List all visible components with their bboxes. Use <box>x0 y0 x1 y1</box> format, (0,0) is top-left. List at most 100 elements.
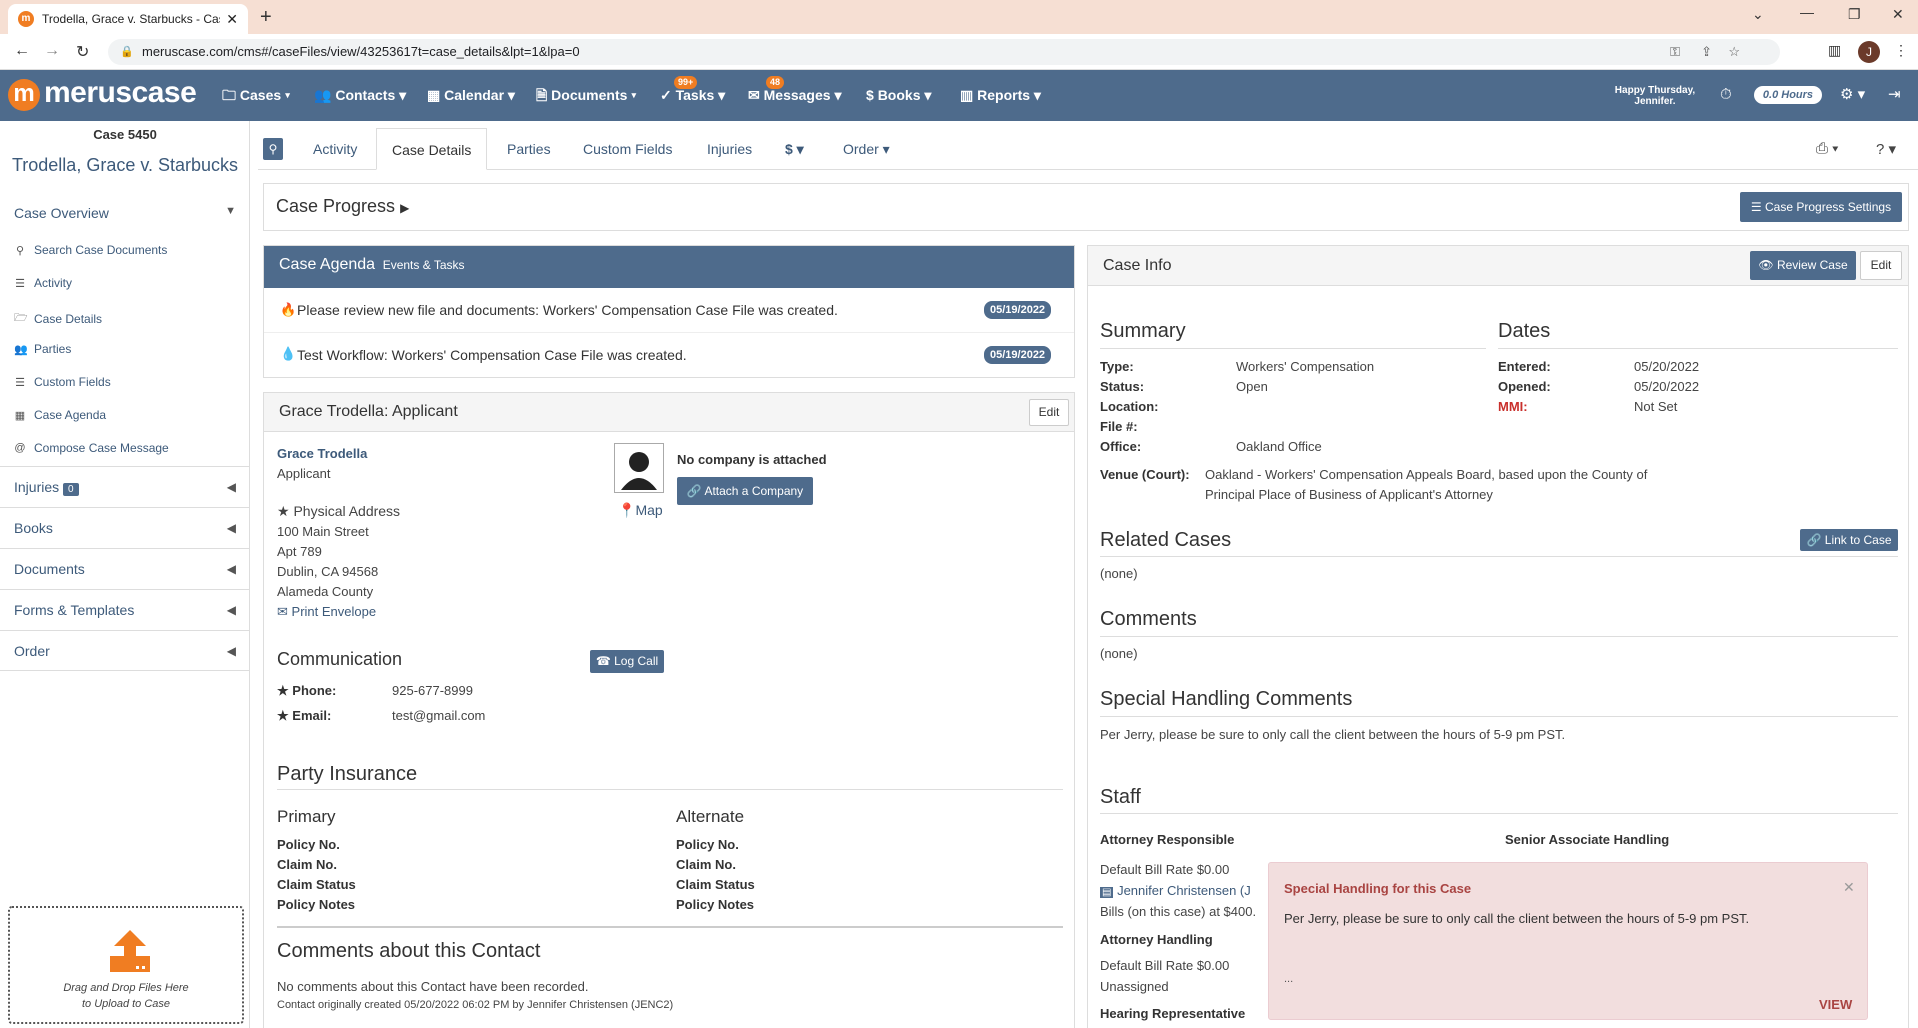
sidebar-item-compose-case-message[interactable]: @ Compose Case Message <box>14 441 168 455</box>
settings-gear-icon[interactable]: ⚙ ▾ <box>1840 85 1865 103</box>
sidebar-section-documents[interactable]: Documents ◀ <box>0 548 250 589</box>
entered-value: 05/20/2022 <box>1634 359 1700 374</box>
tab-activity[interactable]: Activity <box>298 128 372 170</box>
url-input[interactable]: 🔒 meruscase.com/cms#/caseFiles/view/4325… <box>108 39 1780 65</box>
case-info-edit-button[interactable]: Edit <box>1860 251 1902 280</box>
search-doc-icon[interactable]: ⚲ <box>263 138 283 160</box>
chevron-left-icon: ◀ <box>226 644 236 658</box>
map-link[interactable]: 📍Map <box>618 502 663 519</box>
sidebar-section-injuries[interactable]: Injuries 0 ◀ <box>0 466 250 507</box>
profile-avatar[interactable]: J <box>1858 41 1880 63</box>
phone-log-icon: ☎ <box>595 654 611 668</box>
sidebar-section-books[interactable]: Books ◀ <box>0 507 250 548</box>
close-window-icon[interactable]: ✕ <box>1892 6 1904 23</box>
browser-menu-icon[interactable]: ⋮ <box>1894 42 1908 59</box>
alternate-policy-no: Policy No. <box>676 837 739 852</box>
hours-badge[interactable]: 0.0 Hours <box>1754 86 1822 104</box>
tab-order[interactable]: Order ▾ <box>828 128 905 170</box>
minimize-icon[interactable]: — <box>1800 4 1814 20</box>
agenda-item[interactable]: 💧 Test Workflow: Workers' Compensation C… <box>264 333 1074 378</box>
url-text: meruscase.com/cms#/caseFiles/view/432536… <box>142 44 580 59</box>
sidebar-item-search-case-documents[interactable]: ⚲ Search Case Documents <box>14 243 167 257</box>
special-handling-toast: Special Handling for this Case ✕ Per Jer… <box>1268 862 1868 1020</box>
agenda-item[interactable]: 🔥 Please review new file and documents: … <box>264 288 1074 333</box>
sidebar-section-forms-templates[interactable]: Forms & Templates ◀ <box>0 589 250 630</box>
nav-cases[interactable]: 🗀 Cases ▾ <box>222 70 290 121</box>
upload-icon <box>110 930 150 972</box>
case-overview-toggle[interactable]: Case Overview ▼ <box>14 205 236 221</box>
sidebar-item-activity[interactable]: ☰ Activity <box>14 276 72 290</box>
new-tab-icon[interactable]: + <box>260 6 272 29</box>
chevron-down-icon: ▼ <box>225 205 236 217</box>
app-logo-text[interactable]: meruscase <box>44 76 197 110</box>
meruscase-logo-icon[interactable]: m <box>8 79 40 111</box>
venue-value-line1: Oakland - Workers' Compensation Appeals … <box>1205 467 1648 482</box>
sidebar: Case 5450 Trodella, Grace v. Starbucks C… <box>0 121 250 1028</box>
logout-icon[interactable]: ⇥ <box>1888 85 1901 103</box>
reload-icon[interactable]: ↻ <box>76 42 89 62</box>
applicant-panel: Grace Trodella: Applicant Edit Grace Tro… <box>263 392 1075 1028</box>
sidebar-item-parties[interactable]: 👥 Parties <box>14 342 71 356</box>
chevron-left-icon: ◀ <box>226 521 236 535</box>
sidebar-section-order[interactable]: Order ◀ <box>0 630 250 671</box>
nav-contacts[interactable]: 👥 Contacts ▾ <box>314 70 406 121</box>
tab-parties[interactable]: Parties <box>492 128 566 170</box>
at-sign-icon: @ <box>14 442 26 454</box>
greeting: Happy Thursday, Jennifer. <box>1614 85 1696 107</box>
applicant-name-link[interactable]: Grace Trodella <box>277 446 367 461</box>
help-icon[interactable]: ? ▾ <box>1876 140 1896 158</box>
bookmark-star-icon[interactable]: ☆ <box>1728 39 1740 65</box>
hearing-representative-label: Hearing Representative <box>1100 1006 1246 1021</box>
applicant-role: Applicant <box>277 466 331 481</box>
email-value[interactable]: test@gmail.com <box>392 708 485 723</box>
review-case-button[interactable]: 👁 Review Case <box>1750 251 1856 280</box>
chevron-left-icon: ◀ <box>226 562 236 576</box>
dollar-circle-icon: $ <box>866 87 874 103</box>
phone-label: ★ Phone: <box>277 683 337 698</box>
back-icon[interactable]: ← <box>14 42 30 60</box>
close-tab-icon[interactable]: ✕ <box>226 11 238 28</box>
toast-view-link[interactable]: VIEW <box>1819 997 1852 1012</box>
share-icon[interactable]: ⇪ <box>1701 39 1712 65</box>
tab-title: Trodella, Grace v. Starbucks - Cas <box>42 12 221 26</box>
bar-chart-icon: ▥ <box>960 87 974 103</box>
case-progress-settings-button[interactable]: ☰ Case Progress Settings <box>1740 192 1902 222</box>
nav-reports[interactable]: ▥ Reports ▾ <box>960 70 1041 121</box>
alternate-claim-no: Claim No. <box>676 857 736 872</box>
nav-books[interactable]: $ Books ▾ <box>866 70 931 121</box>
tab-billing[interactable]: $ ▾ <box>770 128 819 170</box>
nav-calendar[interactable]: ▦ Calendar ▾ <box>427 70 515 121</box>
link-to-case-button[interactable]: 🔗 Link to Case <box>1800 529 1898 551</box>
key-icon[interactable]: ⚿ <box>1670 39 1680 65</box>
case-progress-toggle[interactable]: Case Progress ▶ <box>276 196 409 217</box>
opened-value: 05/20/2022 <box>1634 379 1700 394</box>
address-bar-row: ← → ↻ 🔒 meruscase.com/cms#/caseFiles/vie… <box>0 34 1918 70</box>
office-value: Oakland Office <box>1236 439 1322 454</box>
folder-open-icon: 🗁 <box>14 312 28 324</box>
browser-tab[interactable]: m Trodella, Grace v. Starbucks - Cas ✕ <box>8 4 248 34</box>
attach-company-button[interactable]: 🔗 Attach a Company <box>677 477 813 505</box>
sidebar-item-case-details[interactable]: 🗁 Case Details <box>14 309 102 328</box>
close-icon[interactable]: ✕ <box>1843 879 1855 896</box>
tab-case-details[interactable]: Case Details <box>376 128 488 170</box>
tab-custom-fields[interactable]: Custom Fields <box>568 128 687 170</box>
nav-messages[interactable]: ✉ Messages ▾ <box>748 70 841 121</box>
case-title[interactable]: Trodella, Grace v. Starbucks <box>0 155 250 176</box>
tab-injuries[interactable]: Injuries <box>692 128 767 170</box>
forward-icon[interactable]: → <box>44 42 60 60</box>
primary-policy-no: Policy No. <box>277 837 340 852</box>
upload-dropzone[interactable]: Drag and Drop Files Here to Upload to Cas… <box>8 906 244 1024</box>
tab-search-chevron-icon[interactable]: ⌄ <box>1752 6 1764 23</box>
nav-documents[interactable]: 🗎 Documents ▾ <box>536 70 636 121</box>
applicant-edit-button[interactable]: Edit <box>1029 399 1069 426</box>
staff-member-link[interactable]: ▤ Jennifer Christensen (J <box>1100 883 1251 898</box>
print-icon[interactable]: ⎙ ▾ <box>1816 140 1838 157</box>
applicant-header-title: Grace Trodella: Applicant <box>279 403 458 420</box>
print-envelope-link[interactable]: ✉ Print Envelope <box>277 604 376 620</box>
side-panel-icon[interactable]: ▥ <box>1828 42 1841 59</box>
log-call-button[interactable]: ☎ Log Call <box>590 650 664 673</box>
sidebar-item-custom-fields[interactable]: ☰ Custom Fields <box>14 375 111 389</box>
restore-icon[interactable]: ❐ <box>1848 6 1861 23</box>
timer-icon[interactable]: ⏱ <box>1720 86 1732 103</box>
sidebar-item-case-agenda[interactable]: ▦ Case Agenda <box>14 408 106 422</box>
